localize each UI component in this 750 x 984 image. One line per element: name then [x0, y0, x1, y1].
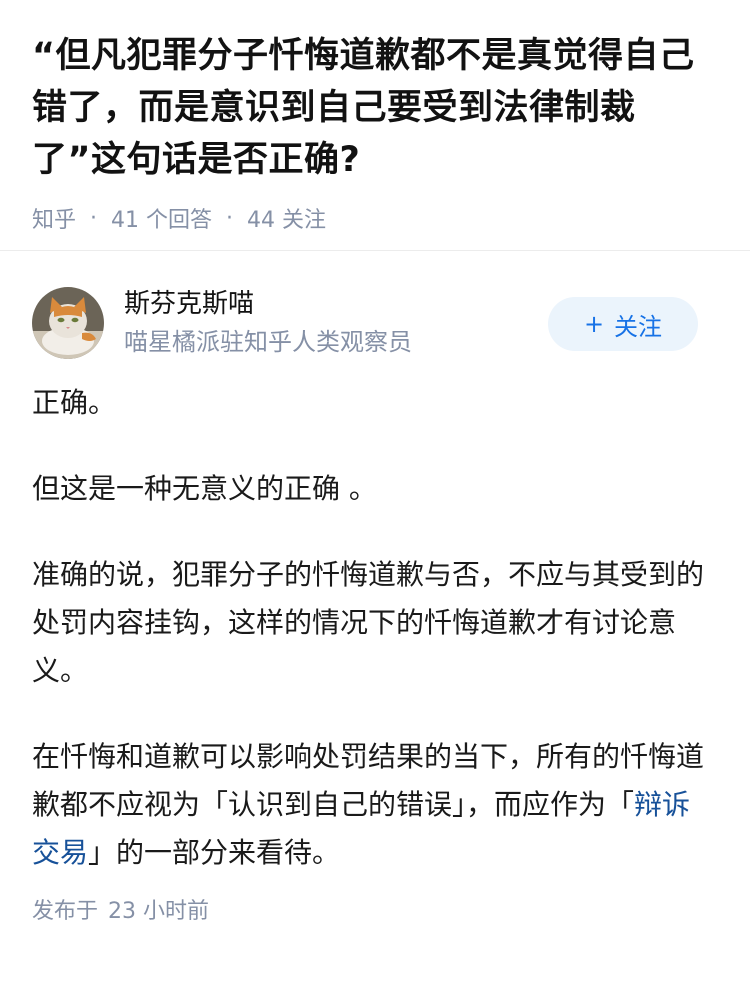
question-meta: 知乎 · 41 个回答 · 44 关注: [32, 202, 718, 234]
answer-content: 正确。 但这是一种无意义的正确 。 准确的说，犯罪分子的忏悔道歉与否，不应与其受…: [0, 371, 750, 877]
site-name[interactable]: 知乎: [32, 202, 76, 234]
question-title[interactable]: “但凡犯罪分子忏悔道歉都不是真觉得自己错了，而是意识到自己要受到法律制裁了”这句…: [32, 30, 718, 186]
plus-icon: +: [583, 310, 605, 338]
answer-paragraph: 准确的说，犯罪分子的忏悔道歉与否，不应与其受到的处罚内容挂钩，这样的情况下的忏悔…: [32, 558, 705, 687]
meta-separator: ·: [90, 205, 98, 231]
answer-count[interactable]: 41 个回答: [111, 202, 212, 234]
author-bio: 喵星橘派驻知乎人类观察员: [124, 328, 412, 356]
published-time: 23 小时前: [108, 899, 210, 924]
answer-paragraph: 在忏悔和道歉可以影响处罚结果的当下，所有的忏悔道歉都不应视为「认识到自己的错误」…: [32, 733, 718, 877]
question-header: “但凡犯罪分子忏悔道歉都不是真觉得自己错了，而是意识到自己要受到法律制裁了”这句…: [0, 0, 750, 251]
answer-paragraph: 正确。: [32, 386, 117, 419]
author-name[interactable]: 斯芬克斯喵: [124, 287, 412, 321]
paragraph-text: 」的一部分来看待。: [88, 836, 341, 869]
author-card: 斯芬克斯喵 喵星橘派驻知乎人类观察员 + 关注: [0, 251, 750, 371]
paragraph-text: 在忏悔和道歉可以影响处罚结果的当下，所有的忏悔道歉都不应视为「认识到自己的错误」…: [32, 740, 705, 821]
answer-paragraph: 但这是一种无意义的正确 。: [32, 472, 377, 505]
meta-separator: ·: [226, 205, 234, 231]
follower-count[interactable]: 44 关注: [247, 202, 326, 234]
answer-footer: 发布于 23 小时前: [0, 877, 750, 925]
published-label: 发布于: [32, 899, 99, 924]
author-info: 斯芬克斯喵 喵星橘派驻知乎人类观察员: [124, 287, 412, 359]
follow-button[interactable]: + 关注: [548, 297, 698, 351]
cat-avatar-icon[interactable]: [32, 287, 104, 359]
follow-label: 关注: [614, 312, 663, 341]
